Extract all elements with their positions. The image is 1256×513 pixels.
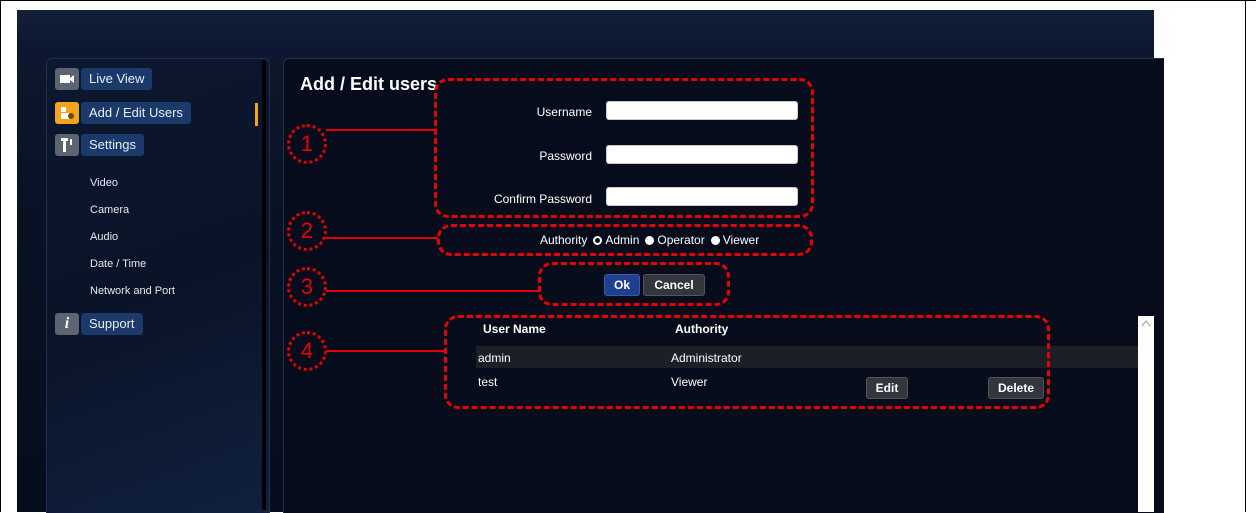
video-camera-icon [55,68,79,90]
callout-box-3 [538,262,730,306]
sidebar-subitem-video[interactable]: Video [90,177,118,189]
sidebar-item-live-view[interactable]: Live View [55,68,153,90]
sidebar-scroll-indicator[interactable] [255,103,258,126]
sidebar-item-label: Live View [81,68,153,90]
callout-number-4: 4 [287,331,327,371]
sidebar-item-settings[interactable]: Settings [55,134,144,156]
sidebar-item-label: Add / Edit Users [81,102,191,124]
sidebar-scrollbar-track[interactable] [262,60,266,510]
callout-leader-3 [326,290,540,292]
sidebar-subitem-camera[interactable]: Camera [90,204,129,216]
sidebar-subitem-audio[interactable]: Audio [90,231,118,243]
callout-leader-4 [326,350,446,352]
outer-border-left [0,0,1,512]
page-title: Add / Edit users [300,74,438,94]
outer-border-top [0,0,1256,1]
table-scrollbar[interactable] [1138,316,1154,512]
callout-number-2: 2 [287,211,327,251]
users-icon [55,102,79,124]
sidebar-subitem-network-port[interactable]: Network and Port [90,285,175,297]
sidebar-item-label: Settings [81,134,144,156]
settings-tool-icon [55,134,79,156]
callout-box-4 [444,315,1050,409]
callout-number-3: 3 [287,267,327,307]
info-icon: i [55,313,79,335]
sidebar-item-add-edit-users[interactable]: Add / Edit Users [55,102,191,124]
sidebar-item-label: Support [81,313,143,335]
callout-leader-2 [326,237,438,239]
callout-box-2 [437,224,813,256]
callout-leader-1 [326,129,436,131]
outer-border-right [1245,0,1246,512]
sidebar-item-support[interactable]: i Support [55,313,143,335]
callout-number-1: 1 [287,124,327,164]
callout-box-1 [434,78,814,218]
sidebar-subitem-date-time[interactable]: Date / Time [90,258,146,270]
scroll-up-icon [1141,319,1151,327]
